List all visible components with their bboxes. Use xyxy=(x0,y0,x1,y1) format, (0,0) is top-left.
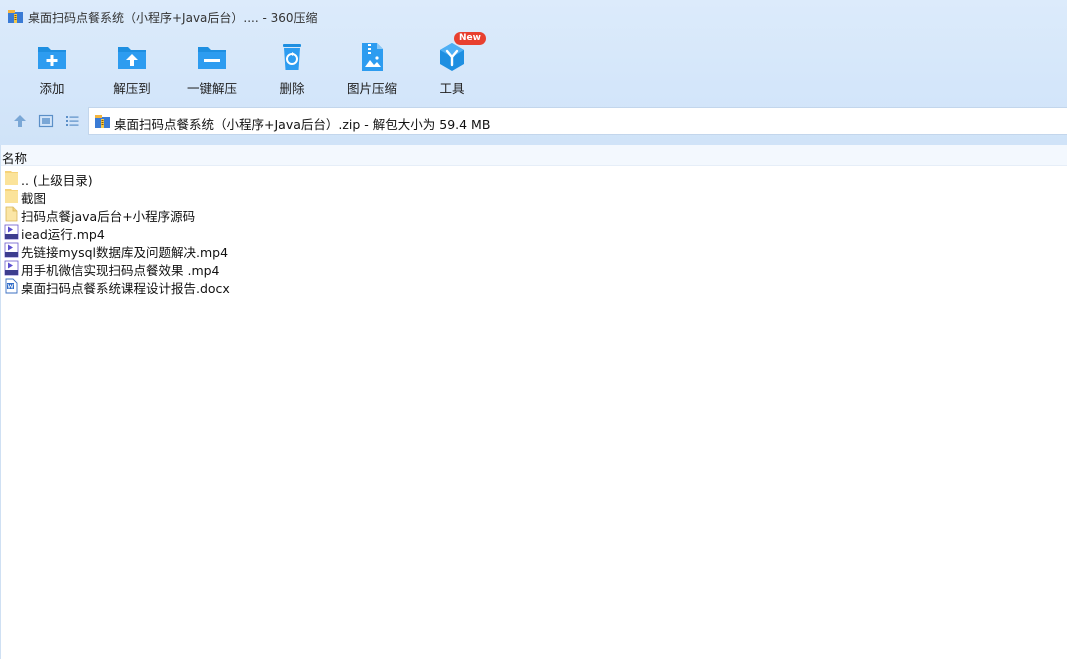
new-badge: New xyxy=(454,32,486,45)
delete-button[interactable]: 删除 xyxy=(256,38,328,96)
image-compress-icon xyxy=(362,43,383,71)
extract-to-button[interactable]: 解压到 xyxy=(96,38,168,96)
up-arrow-icon[interactable] xyxy=(11,112,29,130)
window-chrome: 桌面扫码点餐系统（小程序+Java后台）.... - 360压缩 添加 解压到 … xyxy=(0,0,1067,145)
list-item-parent-folder[interactable]: .. (上级目录) xyxy=(0,169,1067,188)
archive-icon xyxy=(8,10,23,23)
add-button-label: 添加 xyxy=(39,81,65,96)
list-item-video[interactable]: 用手机微信实现扫码点餐效果 .mp4 xyxy=(0,259,1067,278)
list-item-source-file[interactable]: 扫码点餐java后台+小程序源码 xyxy=(0,205,1067,224)
generic-file-icon xyxy=(5,206,18,222)
mp4-video-icon xyxy=(4,260,19,276)
folder-icon xyxy=(5,171,18,185)
list-view-icon[interactable] xyxy=(63,112,81,130)
one-click-extract-button[interactable]: 一键解压 xyxy=(176,38,248,96)
list-item-video[interactable]: 先链接mysql数据库及问题解决.mp4 xyxy=(0,241,1067,260)
delete-button-label: 删除 xyxy=(279,81,305,96)
file-list: .. (上级目录) 截图 扫码点餐java后台+小程序源码 iead运行.mp4… xyxy=(0,169,1067,296)
word-document-icon xyxy=(5,278,18,294)
mp4-video-icon xyxy=(4,224,19,240)
tools-button[interactable]: 工具 xyxy=(416,38,488,96)
folder-oneclick-icon xyxy=(198,47,226,69)
recycle-bin-icon xyxy=(283,44,301,70)
image-compress-button-label: 图片压缩 xyxy=(346,81,397,96)
archive-icon xyxy=(95,115,110,128)
file-name: 桌面扫码点餐系统课程设计报告.docx xyxy=(21,281,230,296)
tools-button-label: 工具 xyxy=(439,81,465,96)
mp4-video-icon xyxy=(4,242,19,258)
folder-plus-icon xyxy=(38,47,66,69)
folder-icon xyxy=(5,189,18,203)
extract-to-button-label: 解压到 xyxy=(113,81,151,96)
add-button[interactable]: 添加 xyxy=(16,38,88,96)
thumbnail-view-icon[interactable] xyxy=(37,112,55,130)
list-item-screenshots-folder[interactable]: 截图 xyxy=(0,187,1067,206)
address-bar[interactable]: 桌面扫码点餐系统（小程序+Java后台）.zip - 解包大小为 59.4 MB xyxy=(88,107,1067,135)
folder-extract-icon xyxy=(118,47,146,69)
tools-cube-icon xyxy=(440,43,464,71)
window-title: 桌面扫码点餐系统（小程序+Java后台）.... - 360压缩 xyxy=(28,11,318,25)
list-header[interactable]: 名称 xyxy=(0,145,1067,166)
list-item-word-document[interactable]: 桌面扫码点餐系统课程设计报告.docx xyxy=(0,277,1067,296)
address-text: 桌面扫码点餐系统（小程序+Java后台）.zip - 解包大小为 59.4 MB xyxy=(114,117,491,132)
image-compress-button[interactable]: 图片压缩 xyxy=(336,38,408,96)
one-click-extract-button-label: 一键解压 xyxy=(186,81,237,96)
column-header-name[interactable]: 名称 xyxy=(2,148,27,167)
title-bar: 桌面扫码点餐系统（小程序+Java后台）.... - 360压缩 xyxy=(0,0,1067,32)
list-item-video[interactable]: iead运行.mp4 xyxy=(0,223,1067,242)
